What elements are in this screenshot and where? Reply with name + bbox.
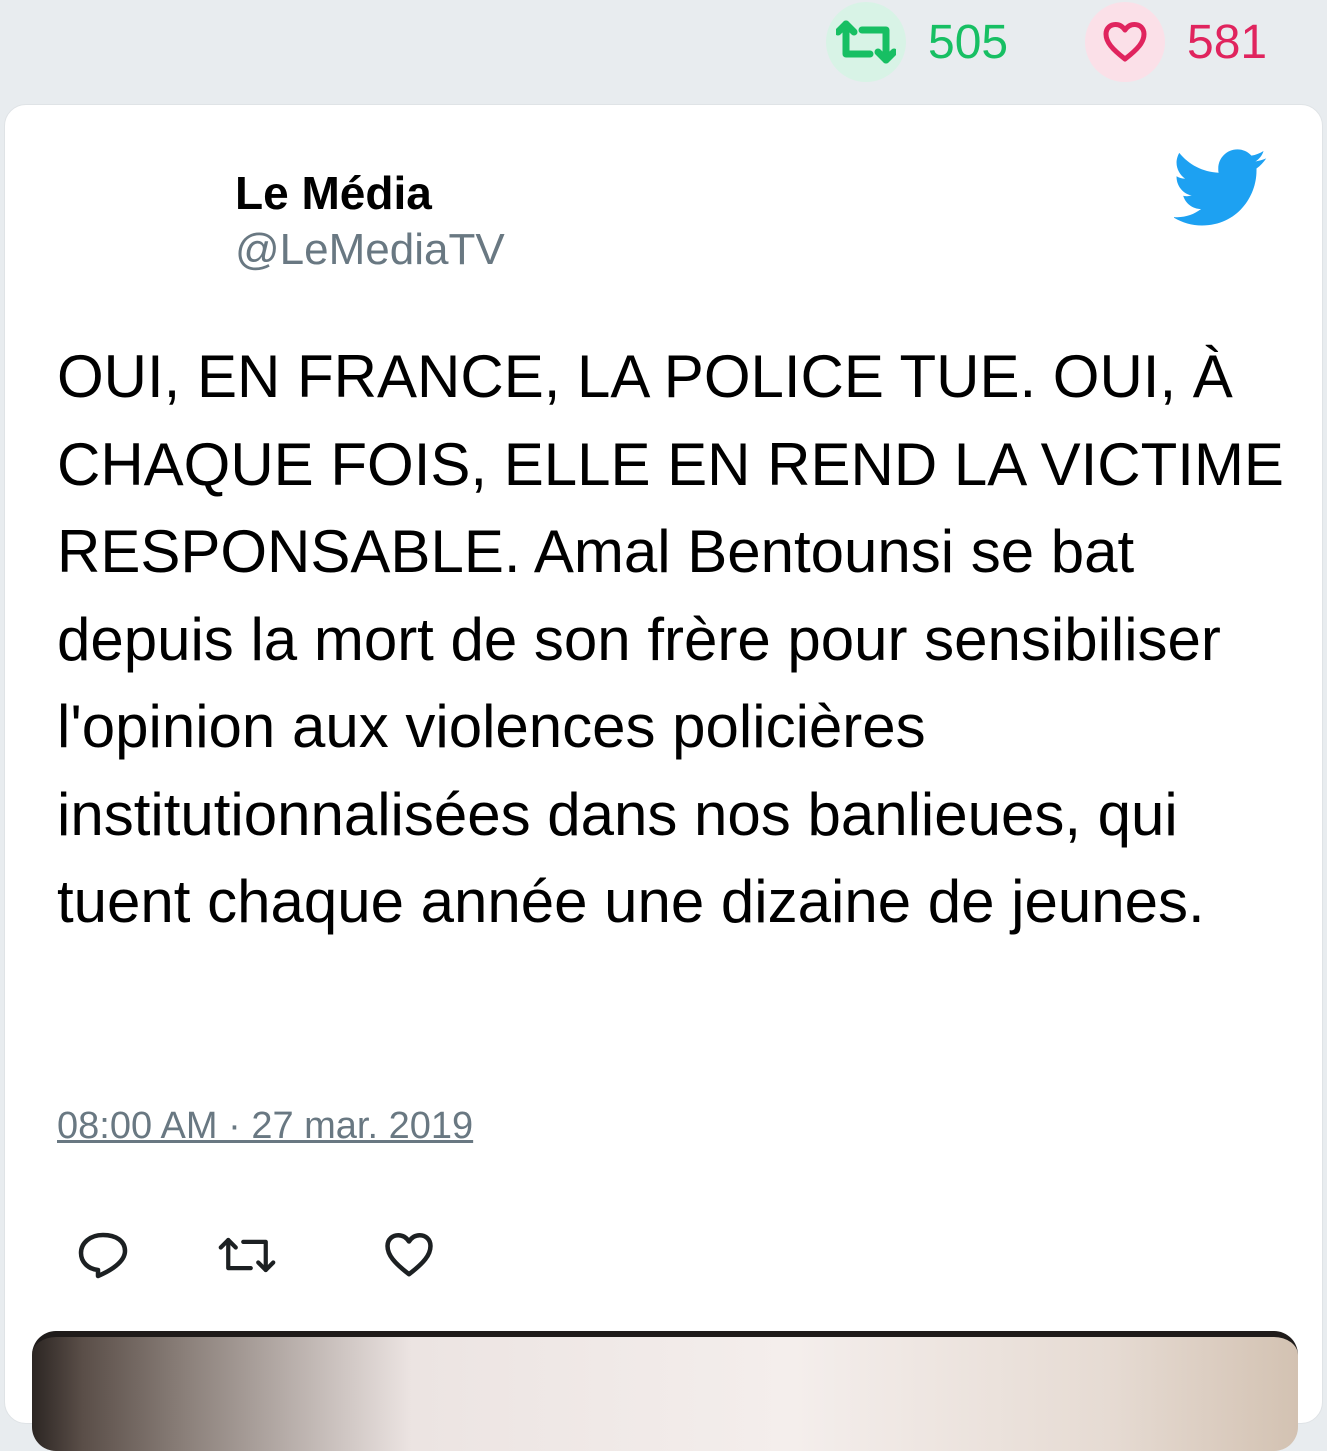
tweet-card: Le Média @LeMediaTV OUI, EN FRANCE, LA P… [4,104,1323,1451]
twitter-bird-icon[interactable] [1172,149,1268,227]
engagement-stats: 505 581 [0,0,1327,100]
heart-icon[interactable] [379,1225,439,1285]
author-handle[interactable]: @LeMediaTV [235,221,505,279]
author-name[interactable]: Le Média [235,165,505,221]
tweet-text: OUI, EN FRANCE, LA POLICE TUE. OUI, À CH… [57,343,1284,935]
retweet-stat[interactable]: 505 [826,0,1008,84]
retweet-icon[interactable] [217,1225,277,1285]
like-stat[interactable]: 581 [1085,0,1267,84]
reply-icon[interactable] [73,1225,133,1285]
retweet-count: 505 [928,15,1009,69]
retweet-icon[interactable] [826,2,906,82]
tweet-media-image[interactable] [32,1331,1298,1451]
author-block[interactable]: Le Média @LeMediaTV [235,165,505,279]
heart-icon[interactable] [1085,2,1165,82]
like-count: 581 [1187,15,1268,69]
tweet-timestamp[interactable]: 08:00 AM · 27 mar. 2019 [57,1105,473,1148]
